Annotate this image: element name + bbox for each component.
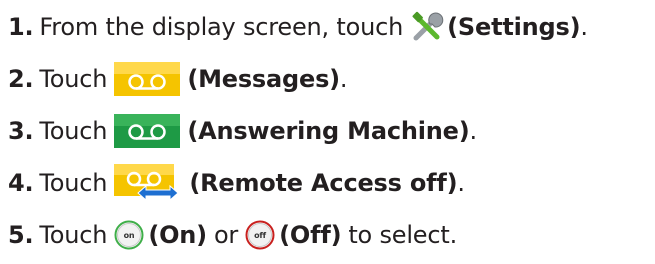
answering-machine-label: (Answering Machine) bbox=[187, 117, 470, 145]
step-number: 1. bbox=[8, 13, 34, 41]
step-3: 3. Touch (Answering Machine) . bbox=[8, 111, 477, 151]
messages-voicemail-icon[interactable] bbox=[114, 62, 181, 96]
step-text: Touch bbox=[39, 221, 108, 249]
step-1: 1. From the display screen, touch (Setti… bbox=[8, 7, 588, 47]
off-button-text: off bbox=[254, 231, 267, 240]
remote-access-off-icon[interactable] bbox=[114, 164, 182, 202]
answering-machine-icon[interactable] bbox=[114, 114, 181, 148]
settings-wrench-icon[interactable] bbox=[410, 10, 444, 44]
messages-label: (Messages) bbox=[187, 65, 340, 93]
on-button-icon[interactable]: on bbox=[114, 220, 144, 250]
on-button-text: on bbox=[124, 231, 135, 240]
step-text: From the display screen, touch bbox=[39, 13, 404, 41]
off-button-icon[interactable]: off bbox=[245, 220, 275, 250]
step-2: 2. Touch (Messages) . bbox=[8, 59, 348, 99]
step-text: Touch bbox=[39, 169, 108, 197]
settings-label: (Settings) bbox=[447, 13, 581, 41]
step-text: Touch bbox=[39, 65, 108, 93]
on-label: (On) bbox=[148, 221, 207, 249]
step-number: 4. bbox=[8, 169, 34, 197]
step-end: to select. bbox=[348, 221, 458, 249]
instruction-steps: 1. From the display screen, touch (Setti… bbox=[0, 0, 655, 264]
step-text: Touch bbox=[39, 117, 108, 145]
remote-access-off-label: (Remote Access off) bbox=[189, 169, 458, 197]
step-end: . bbox=[339, 65, 348, 93]
step-5: 5. Touch on (On) or off (Off) to select. bbox=[8, 215, 457, 255]
step-number: 2. bbox=[8, 65, 34, 93]
off-label: (Off) bbox=[279, 221, 342, 249]
step-number: 5. bbox=[8, 221, 34, 249]
step-end: . bbox=[457, 169, 465, 197]
or-text: or bbox=[213, 221, 239, 249]
step-4: 4. Touch (Remote Access off) . bbox=[8, 163, 465, 203]
step-number: 3. bbox=[8, 117, 34, 145]
step-end: . bbox=[469, 117, 478, 145]
step-end: . bbox=[580, 13, 588, 41]
